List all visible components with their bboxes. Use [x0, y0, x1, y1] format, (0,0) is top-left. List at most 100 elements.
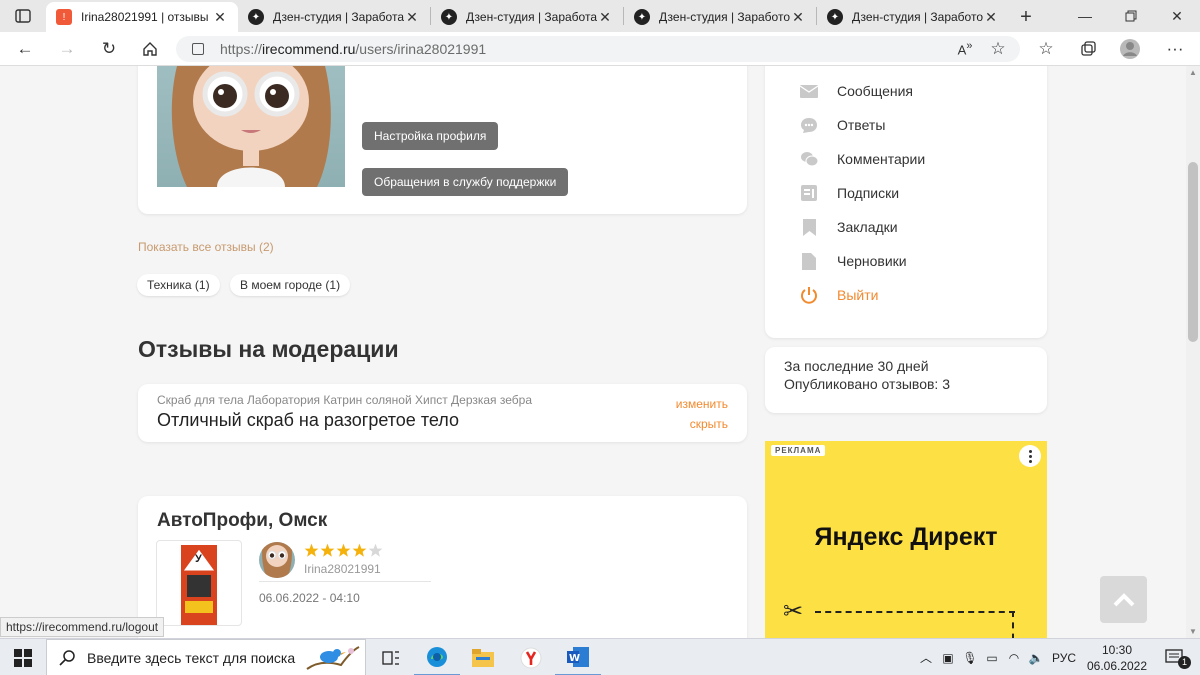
tray-expand-chevron-icon[interactable]: ︿ — [915, 649, 937, 666]
browser-tab[interactable]: ✦ Дзен-студия | Заработаем ✕ — [238, 2, 430, 32]
word-icon: W — [567, 646, 589, 667]
wifi-icon[interactable]: ◠ — [1003, 651, 1025, 665]
forward-button[interactable]: → — [52, 35, 82, 63]
review-product-name[interactable]: Скраб для тела Лаборатория Катрин соляно… — [157, 393, 532, 407]
sidebar-item-bookmarks[interactable]: Закладки — [800, 216, 898, 238]
meet-now-icon[interactable]: ▣ — [937, 651, 959, 665]
refresh-button[interactable]: ↻ — [94, 35, 124, 63]
hide-review-link[interactable]: скрыть — [690, 417, 728, 431]
edge-taskbar-button[interactable] — [414, 639, 460, 675]
ad-menu-button[interactable] — [1019, 445, 1041, 467]
thumbnail-letter: У — [195, 553, 202, 565]
sidebar-item-answers[interactable]: Ответы — [800, 114, 885, 136]
home-button[interactable] — [135, 35, 165, 63]
favorites-icon: ☆ — [1038, 39, 1054, 58]
clock[interactable]: 10:30 06.06.2022 — [1082, 639, 1152, 675]
tab-close-icon[interactable]: ✕ — [404, 9, 420, 26]
input-language[interactable]: РУС — [1047, 651, 1081, 665]
volume-icon[interactable]: 🔈 — [1025, 651, 1047, 665]
irecommend-favicon-icon: ! — [56, 9, 72, 25]
task-view-button[interactable] — [368, 639, 414, 675]
sidebar-item-drafts[interactable]: Черновики — [800, 250, 907, 272]
tab-actions-button[interactable] — [0, 0, 46, 32]
support-requests-button[interactable]: Обращения в службу поддержки — [362, 168, 569, 196]
tab-close-icon[interactable]: ✕ — [597, 9, 613, 26]
scroll-down-arrow-icon[interactable]: ▼ — [1189, 627, 1197, 636]
home-icon — [143, 42, 157, 56]
add-favorite-button[interactable]: ☆ — [983, 35, 1013, 63]
sidebar-item-messages[interactable]: Сообщения — [800, 80, 913, 102]
star-filled-icon — [352, 543, 367, 557]
ad-dashed-line — [1012, 611, 1014, 638]
folder-icon — [472, 648, 494, 667]
tab-title: Дзен-студия | Заработаем — [466, 10, 597, 24]
author-avatar[interactable] — [259, 542, 295, 578]
review-meta-divider — [259, 581, 431, 582]
ad-label: РЕКЛАМА — [771, 445, 826, 456]
tab-close-icon[interactable]: ✕ — [790, 9, 806, 26]
star-empty-icon — [368, 543, 383, 557]
page-scrollbar[interactable]: ▲ ▼ — [1186, 66, 1200, 638]
product-thumbnail[interactable]: У — [156, 540, 242, 626]
document-icon — [800, 252, 818, 270]
windows-taskbar: Введите здесь текст для поиска W ︿ ▣ 🎙 ▭… — [0, 638, 1200, 675]
category-chip[interactable]: Техника (1) — [137, 274, 220, 296]
scroll-up-arrow-icon[interactable]: ▲ — [1189, 68, 1197, 77]
back-button[interactable]: ← — [10, 35, 40, 63]
tab-close-icon[interactable]: ✕ — [983, 9, 999, 26]
new-tab-button[interactable]: + — [1009, 2, 1043, 32]
microphone-icon[interactable]: 🎙 — [959, 651, 981, 665]
profile-button[interactable] — [1115, 35, 1145, 63]
stats-period: За последние 30 дней — [784, 358, 929, 374]
arrow-left-icon: ← — [16, 39, 34, 58]
profile-settings-button[interactable]: Настройка профиля — [362, 122, 499, 150]
sidebar-item-logout[interactable]: Выйти — [800, 284, 878, 306]
sidebar-item-comments[interactable]: Комментарии — [800, 148, 925, 170]
dzen-favicon-icon: ✦ — [248, 9, 264, 25]
edit-review-link[interactable]: изменить — [676, 397, 728, 411]
file-explorer-button[interactable] — [460, 639, 506, 675]
address-bar[interactable]: https://irecommend.ru/users/irina2802199… — [176, 36, 1020, 62]
notifications-button[interactable]: 1 — [1158, 639, 1192, 675]
word-taskbar-button[interactable]: W — [555, 639, 601, 675]
review-date: 06.06.2022 - 04:10 — [259, 591, 360, 605]
windows-logo-icon — [14, 648, 32, 667]
clock-date: 06.06.2022 — [1086, 658, 1148, 673]
ad-dashed-line — [815, 611, 1015, 613]
tab-close-icon[interactable]: ✕ — [212, 9, 228, 26]
review-card-title[interactable]: АвтоПрофи, Омск — [157, 510, 327, 532]
collections-button[interactable] — [1073, 35, 1103, 63]
moderation-review-item: Скраб для тела Лаборатория Катрин соляно… — [138, 384, 747, 442]
browser-tab[interactable]: ✦ Дзен-студия | Заработаем ✕ — [431, 2, 623, 32]
category-chip[interactable]: В моем городе (1) — [230, 274, 351, 296]
start-button[interactable] — [0, 639, 46, 675]
envelope-icon — [800, 83, 818, 99]
tab-title: Дзен-студия | Заработок — [852, 10, 983, 24]
dzen-favicon-icon: ✦ — [634, 9, 650, 25]
close-window-button[interactable]: ✕ — [1154, 0, 1200, 32]
read-aloud-button[interactable]: A» — [950, 35, 980, 63]
bookmark-icon — [800, 218, 818, 236]
minimize-icon: — — [1078, 8, 1092, 24]
minimize-button[interactable]: — — [1062, 0, 1108, 32]
ad-banner[interactable]: РЕКЛАМА Яндекс Директ ✂ — [765, 441, 1047, 638]
scroll-to-top-button[interactable] — [1100, 576, 1147, 623]
review-title[interactable]: Отличный скраб на разогретое тело — [157, 410, 459, 431]
star-filled-icon — [320, 543, 335, 557]
tab-title: Irina28021991 | отзывы — [81, 10, 209, 24]
more-menu-button[interactable]: ··· — [1160, 35, 1190, 63]
show-all-reviews-link[interactable]: Показать все отзывы (2) — [138, 240, 274, 254]
battery-icon[interactable]: ▭ — [981, 651, 1003, 665]
favorites-button[interactable]: ☆ — [1031, 35, 1061, 63]
tab-title: Дзен-студия | Заработок — [659, 10, 790, 24]
taskbar-search-input[interactable]: Введите здесь текст для поиска — [46, 639, 366, 675]
browser-tab[interactable]: ✦ Дзен-студия | Заработок ✕ — [624, 2, 816, 32]
browser-tab[interactable]: ✦ Дзен-студия | Заработок ✕ — [817, 2, 1009, 32]
yandex-browser-button[interactable] — [508, 639, 554, 675]
scrollbar-thumb[interactable] — [1188, 162, 1198, 342]
restore-button[interactable] — [1108, 0, 1154, 32]
sidebar-item-subscriptions[interactable]: Подписки — [800, 182, 899, 204]
review-author-name[interactable]: Irina28021991 — [304, 562, 381, 576]
browser-tab-active[interactable]: ! Irina28021991 | отзывы ✕ — [46, 2, 238, 32]
close-icon: ✕ — [1171, 7, 1183, 24]
